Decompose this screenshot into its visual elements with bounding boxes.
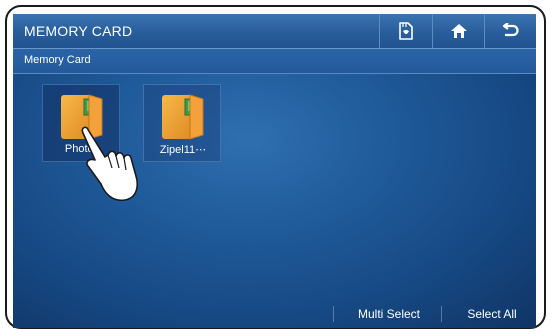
bottom-action-bar: Multi Select Select All [13, 300, 536, 328]
select-all-button[interactable]: Select All [453, 300, 531, 328]
page-title: MEMORY CARD [24, 23, 133, 39]
back-icon [502, 23, 520, 39]
back-button[interactable] [484, 14, 536, 48]
storage-button[interactable] [379, 14, 432, 48]
folder-tile-zipel[interactable]: Zipel11⋯ [143, 84, 221, 162]
folder-icon [157, 91, 209, 148]
folder-label: Zipel11⋯ [159, 144, 207, 156]
home-icon [450, 22, 468, 40]
home-button[interactable] [432, 14, 485, 48]
breadcrumb-label: Memory Card [24, 54, 91, 66]
separator [441, 306, 442, 322]
pointing-hand-icon [79, 124, 141, 211]
screen: MEMORY CARD Memory Card Photos Zipel11⋯ … [13, 14, 536, 328]
separator [333, 306, 334, 322]
title-bar: MEMORY CARD [13, 14, 536, 49]
breadcrumb: Memory Card [13, 49, 536, 74]
storage-icon [397, 21, 415, 41]
multi-select-button[interactable]: Multi Select [343, 300, 435, 328]
